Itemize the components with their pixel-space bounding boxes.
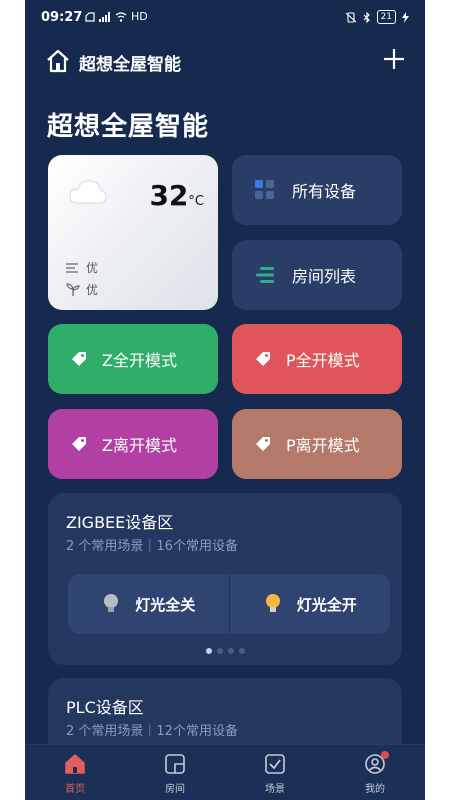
tag-icon: [256, 352, 270, 366]
room-list-label: 房间列表: [292, 267, 357, 286]
lights-off-scene-button[interactable]: 灯光全关: [68, 574, 229, 634]
tag-icon: [72, 352, 86, 366]
nav-label: 场景: [265, 784, 285, 795]
lights-on-scene-button[interactable]: 灯光全开: [230, 574, 391, 634]
room-list-tile[interactable]: 房间列表: [232, 240, 402, 310]
notification-badge: [381, 751, 389, 759]
page-title: 超想全屋智能: [47, 112, 210, 142]
zone-name: ZIGBEE设备区: [66, 513, 174, 532]
nav-profile[interactable]: 我的: [325, 745, 425, 800]
air-quality-row: 优: [66, 259, 98, 276]
p-all-on-mode-button[interactable]: P全开模式: [232, 324, 402, 394]
mode-label: P离开模式: [286, 436, 360, 455]
page-dot-active: [205, 648, 212, 654]
scene-shortcuts: 灯光全关 灯光全开: [68, 574, 390, 634]
grid-icon: [255, 180, 274, 199]
cloud-icon: [69, 180, 107, 204]
bluetooth-icon: [363, 11, 370, 23]
page-dot: [227, 648, 234, 654]
nav-label: 首页: [65, 784, 85, 795]
scene-label: 灯光全关: [135, 595, 196, 614]
charging-icon: [402, 11, 409, 23]
air-quality-value: 优: [86, 261, 99, 275]
status-right-icons: 21: [345, 10, 409, 24]
nav-label: 房间: [165, 784, 185, 795]
bulb-off-icon: [104, 594, 119, 612]
humidity-row: 优: [66, 281, 98, 298]
home-icon: [65, 754, 85, 774]
zone-name: PLC设备区: [66, 698, 144, 717]
signal-icon: [99, 11, 110, 22]
air-quality-icon: [66, 262, 78, 273]
humidity-value: 优: [86, 283, 99, 297]
bulb-on-icon: [265, 594, 280, 612]
list-icon: [256, 267, 274, 283]
temperature-unit: °C: [188, 194, 204, 209]
page-indicator: [48, 648, 402, 654]
page-dot: [238, 648, 245, 654]
room-icon: [165, 754, 185, 774]
wifi-icon: [115, 11, 127, 22]
mute-vibrate-icon: [345, 11, 356, 23]
phone-screen: 09:27 HD 21 超想全屋智能 超想全屋智能 32°C 优 优 所有设备 …: [25, 0, 425, 800]
add-icon[interactable]: [381, 46, 407, 72]
network-label: HD: [131, 10, 148, 23]
plant-icon: [66, 283, 80, 296]
nav-home[interactable]: 首页: [25, 745, 125, 800]
status-bar: 09:27 HD 21: [25, 0, 425, 36]
sim-icon: [85, 11, 95, 22]
mode-label: P全开模式: [286, 351, 360, 370]
all-devices-label: 所有设备: [292, 182, 357, 201]
p-away-mode-button[interactable]: P离开模式: [232, 409, 402, 479]
tag-icon: [72, 437, 86, 451]
app-header: 超想全屋智能: [25, 44, 425, 78]
battery-indicator: 21: [376, 10, 396, 24]
nav-label: 我的: [365, 784, 385, 795]
nav-scene[interactable]: 场景: [225, 745, 325, 800]
home-icon[interactable]: [45, 48, 71, 74]
status-left-icons: HD: [85, 10, 148, 23]
z-all-on-mode-button[interactable]: Z全开模式: [48, 324, 218, 394]
zigbee-zone-card[interactable]: ZIGBEE设备区 2 个常用场景｜16个常用设备 灯光全关 灯光全开: [48, 493, 402, 665]
mode-label: Z离开模式: [102, 436, 177, 455]
scene-label: 灯光全开: [296, 595, 357, 614]
zone-meta: 2 个常用场景｜12个常用设备: [66, 724, 238, 739]
weather-card[interactable]: 32°C 优 优: [48, 155, 218, 310]
temperature-value: 32: [149, 179, 189, 212]
page-dot: [216, 648, 223, 654]
zone-meta: 2 个常用场景｜16个常用设备: [66, 539, 238, 554]
scene-icon: [265, 754, 285, 774]
status-time: 09:27: [41, 10, 83, 25]
all-devices-tile[interactable]: 所有设备: [232, 155, 402, 225]
mode-label: Z全开模式: [102, 351, 177, 370]
bottom-nav: 首页 房间 场景 我的: [25, 744, 425, 800]
tag-icon: [256, 437, 270, 451]
z-away-mode-button[interactable]: Z离开模式: [48, 409, 218, 479]
header-title: 超想全屋智能: [79, 55, 181, 75]
nav-room[interactable]: 房间: [125, 745, 225, 800]
temperature-readout: 32°C: [149, 179, 204, 212]
